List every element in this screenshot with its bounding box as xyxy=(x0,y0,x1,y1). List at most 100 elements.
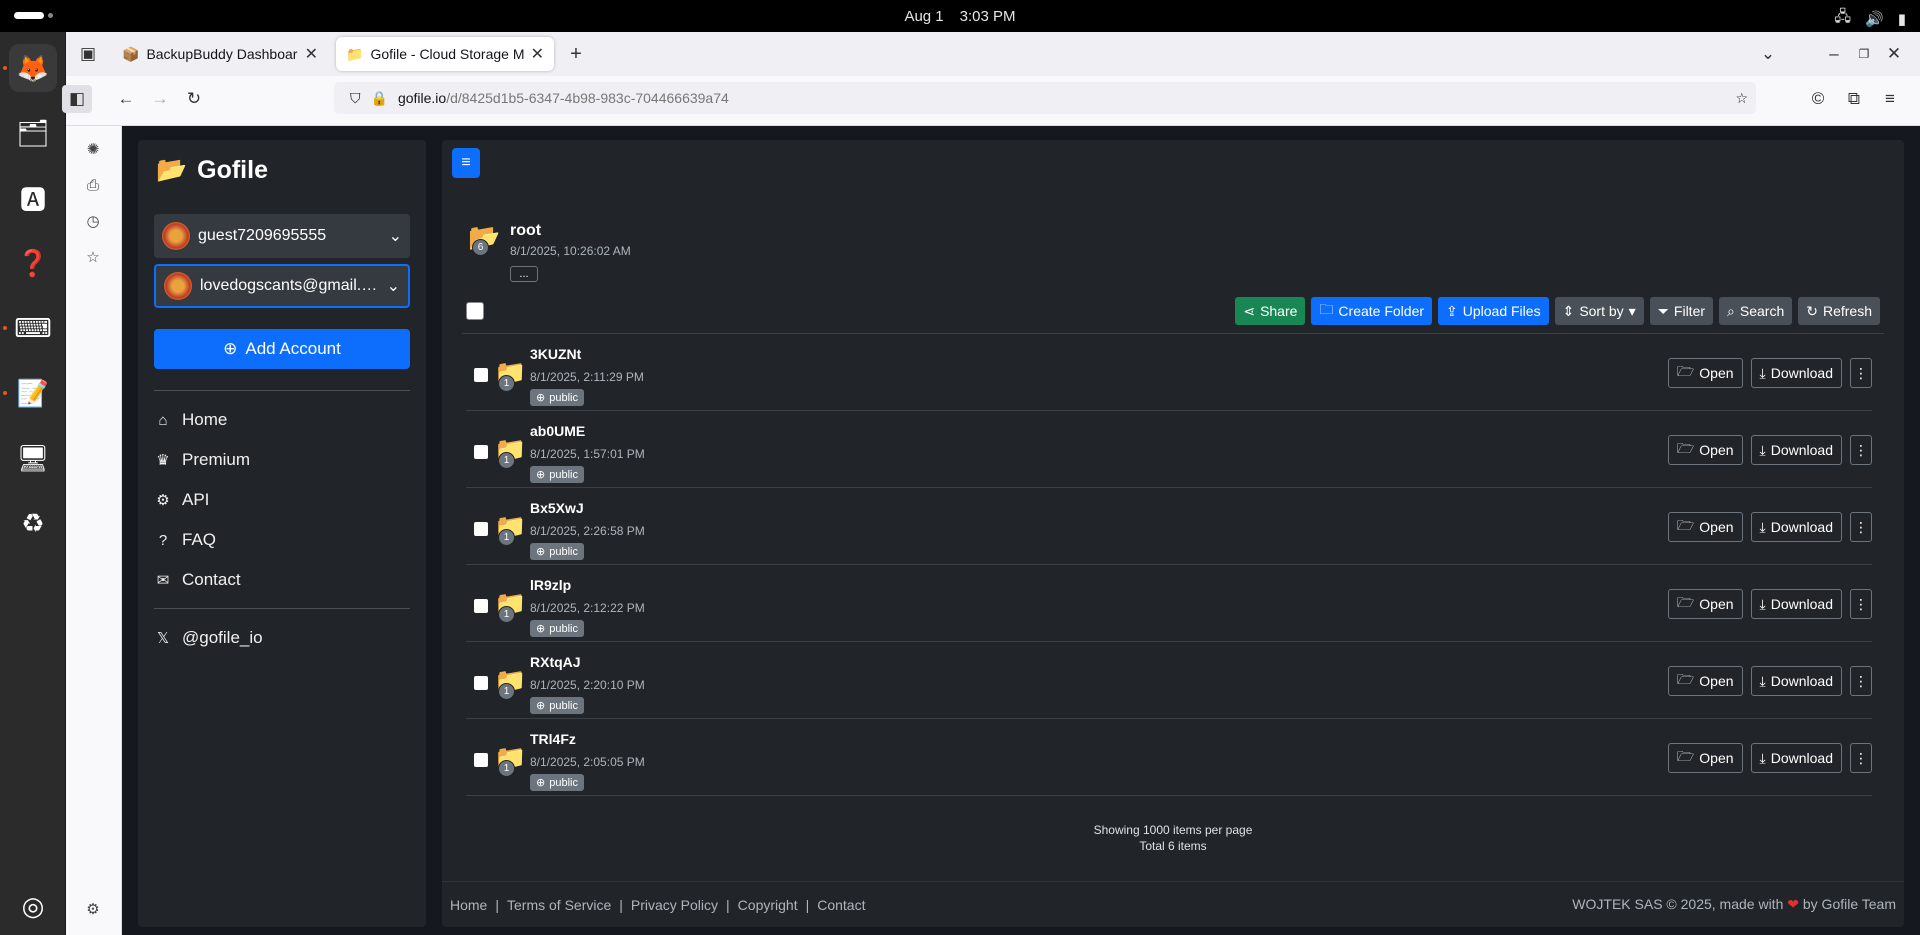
file-row[interactable]: 📁 1 3KUZNt 8/1/2025, 2:11:29 PM ⊕ public 🗁 Open… xyxy=(466,334,1872,411)
row-checkbox[interactable] xyxy=(474,753,488,767)
add-account-button[interactable]: ⊕ Add Account xyxy=(154,329,410,369)
file-row[interactable]: 📁 1 lR9zlp 8/1/2025, 2:12:22 PM ⊕ public 🗁 Open… xyxy=(466,565,1872,642)
menu-item-api[interactable]: ⚙ API xyxy=(154,490,209,510)
system-tray[interactable]: 🖧 🔊 ▮ xyxy=(1834,6,1906,31)
forward-icon[interactable]: → xyxy=(146,85,174,113)
trash-icon[interactable]: ♻ xyxy=(9,499,57,547)
ai-chat-icon[interactable]: ✺ xyxy=(80,136,106,162)
firefox-icon[interactable]: 🦊 xyxy=(9,44,57,92)
download-button[interactable]: ⤓ Download xyxy=(1750,743,1842,773)
folder-name[interactable]: Bx5XwJ xyxy=(530,500,584,516)
row-checkbox[interactable] xyxy=(474,368,488,382)
close-tab-icon[interactable]: ✕ xyxy=(531,44,544,64)
folder-more-button[interactable]: ... xyxy=(510,266,538,282)
more-options-button[interactable]: ⋮ xyxy=(1850,435,1872,465)
search-button[interactable]: ⌕ Search xyxy=(1719,297,1793,325)
file-row[interactable]: 📁 1 RXtqAJ 8/1/2025, 2:20:10 PM ⊕ public 🗁 Open… xyxy=(466,642,1872,719)
extension-c-icon[interactable]: © xyxy=(1804,85,1832,113)
row-checkbox[interactable] xyxy=(474,599,488,613)
remote-desktop-icon[interactable]: 🖥 xyxy=(9,434,57,482)
footer-link-privacy[interactable]: Privacy Policy xyxy=(631,897,718,913)
account-select-guest[interactable]: guest7209695555 ⌄ xyxy=(154,214,410,258)
tab-backupbuddy[interactable]: 📦 BackupBuddy Dashboard ✕ xyxy=(112,37,328,71)
clock[interactable]: Aug 1 3:03 PM xyxy=(904,8,1015,25)
download-button[interactable]: ⤓ Download xyxy=(1750,666,1842,696)
hamburger-button[interactable]: ≡ xyxy=(452,148,480,178)
create-folder-button[interactable]: 🗀 Create Folder xyxy=(1311,297,1433,325)
menu-icon[interactable]: ≡ xyxy=(1876,85,1904,113)
row-checkbox[interactable] xyxy=(474,445,488,459)
footer-link-terms[interactable]: Terms of Service xyxy=(507,897,611,913)
download-button[interactable]: ⤓ Download xyxy=(1750,512,1842,542)
open-button[interactable]: 🗁 Open xyxy=(1667,666,1743,696)
footer-link-copyright[interactable]: Copyright xyxy=(738,897,798,913)
help-icon[interactable]: ❓ xyxy=(9,239,57,287)
customize-sidebar-icon[interactable]: ⚙ xyxy=(80,896,106,922)
new-tab-icon[interactable]: + xyxy=(562,40,590,68)
sidebar-toggle-icon[interactable]: ◧ xyxy=(62,85,92,113)
more-options-button[interactable]: ⋮ xyxy=(1850,666,1872,696)
folder-name[interactable]: 3KUZNt xyxy=(530,346,581,362)
tab-gofile[interactable]: 📁 Gofile - Cloud Storage Ma ✕ xyxy=(336,37,554,71)
bookmarks-icon[interactable]: ☆ xyxy=(80,244,106,270)
maximize-icon[interactable]: ❐ xyxy=(1850,40,1878,68)
sort-by-button[interactable]: ⇕ Sort by ▾ xyxy=(1554,297,1644,325)
footer-link-contact[interactable]: Contact xyxy=(817,897,865,913)
open-button[interactable]: 🗁 Open xyxy=(1667,512,1743,542)
more-options-button[interactable]: ⋮ xyxy=(1850,589,1872,619)
filter-button[interactable]: ⏷ Filter xyxy=(1649,297,1714,325)
file-row[interactable]: 📁 1 Bx5XwJ 8/1/2025, 2:26:58 PM ⊕ public 🗁 Open… xyxy=(466,488,1872,565)
more-options-button[interactable]: ⋮ xyxy=(1850,743,1872,773)
list-tabs-icon[interactable]: ⌄ xyxy=(1754,40,1782,68)
activities-indicator[interactable] xyxy=(14,12,53,19)
terminal-icon[interactable]: ⌨ xyxy=(9,304,57,352)
synced-tabs-icon[interactable]: ⎙ xyxy=(80,172,106,198)
folder-name[interactable]: RXtqAJ xyxy=(530,654,581,670)
account-select-email[interactable]: lovedogscants@gmail.c... ⌄ xyxy=(154,264,410,308)
tab-overview-icon[interactable]: ▣ xyxy=(74,40,102,68)
extensions-icon[interactable]: ⧉ xyxy=(1840,85,1868,113)
more-options-button[interactable]: ⋮ xyxy=(1850,358,1872,388)
address-bar[interactable]: ⛉ 🔒 gofile.io/d/8425d1b5-6347-4b98-983c-… xyxy=(334,82,1756,114)
file-row[interactable]: 📁 1 ab0UME 8/1/2025, 1:57:01 PM ⊕ public 🗁 Open… xyxy=(466,411,1872,488)
row-checkbox[interactable] xyxy=(474,676,488,690)
text-editor-icon[interactable]: 📝 xyxy=(9,369,57,417)
download-button[interactable]: ⤓ Download xyxy=(1750,589,1842,619)
bookmark-star-icon[interactable]: ☆ xyxy=(1735,90,1748,107)
folder-name[interactable]: lR9zlp xyxy=(530,577,571,593)
open-button[interactable]: 🗁 Open xyxy=(1667,589,1743,619)
row-actions: 🗁 Open ⤓ Download ⋮ xyxy=(1667,435,1872,465)
reload-icon[interactable]: ↻ xyxy=(180,85,208,113)
folder-name[interactable]: ab0UME xyxy=(530,423,585,439)
app-center-icon[interactable]: 🅰 xyxy=(9,174,57,222)
open-button[interactable]: 🗁 Open xyxy=(1667,358,1743,388)
history-icon[interactable]: ◷ xyxy=(80,208,106,234)
open-button[interactable]: 🗁 Open xyxy=(1667,435,1743,465)
open-button[interactable]: 🗁 Open xyxy=(1667,743,1743,773)
select-all-checkbox[interactable] xyxy=(466,302,484,320)
kebab-icon: ⋮ xyxy=(1854,441,1868,458)
menu-item-premium[interactable]: ♛ Premium xyxy=(154,450,250,470)
upload-files-button[interactable]: ⇪ Upload Files xyxy=(1438,297,1549,325)
close-window-icon[interactable]: ✕ xyxy=(1880,40,1908,68)
gofile-logo[interactable]: 📂 Gofile xyxy=(156,156,268,185)
download-button[interactable]: ⤓ Download xyxy=(1750,358,1842,388)
back-icon[interactable]: ← xyxy=(112,85,140,113)
files-icon[interactable]: 🗂 xyxy=(9,109,57,157)
footer-link-home[interactable]: Home xyxy=(450,897,487,913)
share-button[interactable]: ⋖ Share xyxy=(1235,297,1306,325)
footer-separator: | xyxy=(619,896,623,913)
menu-item-faq[interactable]: ? FAQ xyxy=(154,530,216,550)
minimize-icon[interactable]: – xyxy=(1820,40,1848,68)
menu-item-home[interactable]: ⌂ Home xyxy=(154,410,227,430)
more-options-button[interactable]: ⋮ xyxy=(1850,512,1872,542)
refresh-button[interactable]: ↻ Refresh xyxy=(1798,297,1880,325)
file-row[interactable]: 📁 1 TRl4Fz 8/1/2025, 2:05:05 PM ⊕ public 🗁 Open… xyxy=(466,719,1872,796)
download-button[interactable]: ⤓ Download xyxy=(1750,435,1842,465)
menu-item-contact[interactable]: ✉ Contact xyxy=(154,570,241,590)
close-tab-icon[interactable]: ✕ xyxy=(305,44,318,64)
row-checkbox[interactable] xyxy=(474,522,488,536)
folder-name[interactable]: TRl4Fz xyxy=(530,731,576,747)
show-apps-icon[interactable]: ◎ xyxy=(9,882,57,930)
social-link[interactable]: 𝕏 @gofile_io xyxy=(154,628,263,648)
